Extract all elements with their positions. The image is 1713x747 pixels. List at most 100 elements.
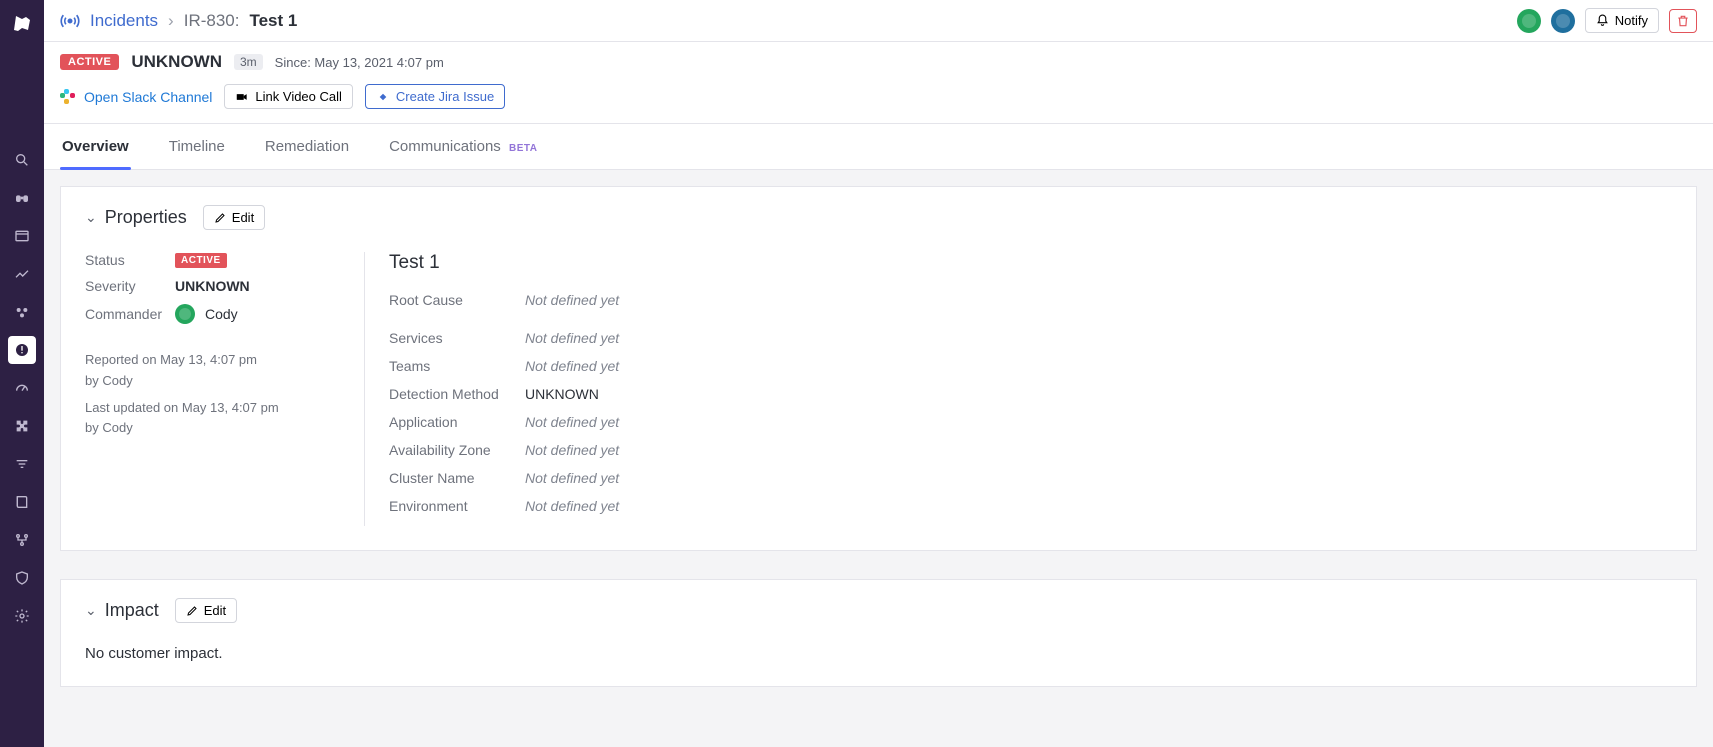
create-jira-button[interactable]: Create Jira Issue [365, 84, 505, 109]
property-field: Services Not defined yet [389, 330, 1672, 346]
search-icon[interactable] [8, 146, 36, 174]
field-value: UNKNOWN [525, 386, 599, 402]
edit-properties-button[interactable]: Edit [203, 205, 265, 230]
edit-label: Edit [232, 210, 254, 225]
property-field: Environment Not defined yet [389, 498, 1672, 514]
property-field: Root CauseNot defined yet [389, 292, 1672, 308]
flow-icon[interactable] [8, 526, 36, 554]
tab-communications[interactable]: Communications BETA [387, 124, 539, 169]
incidents-icon[interactable] [8, 336, 36, 364]
field-key: Services [389, 330, 509, 346]
binoculars-icon[interactable] [8, 184, 36, 212]
notify-button[interactable]: Notify [1585, 8, 1659, 33]
jira-icon [376, 90, 390, 104]
link-video-label: Link Video Call [255, 89, 341, 104]
tab-remediation[interactable]: Remediation [263, 124, 351, 169]
delete-button[interactable] [1669, 9, 1697, 33]
property-field: ApplicationNot defined yet [389, 414, 1672, 430]
header-actions: Notify [1517, 8, 1697, 33]
status-badge: ACTIVE [60, 54, 119, 70]
filter-icon[interactable] [8, 450, 36, 478]
status-label: Status [85, 252, 165, 268]
pencil-icon [186, 605, 198, 617]
gauge-icon[interactable] [8, 374, 36, 402]
field-key: Availability Zone [389, 442, 509, 458]
tab-overview[interactable]: Overview [60, 124, 131, 169]
property-field: Availability Zone Not defined yet [389, 442, 1672, 458]
metrics-icon[interactable] [8, 260, 36, 288]
tabs: Overview Timeline Remediation Communicat… [44, 124, 1713, 170]
properties-right: Test 1 Root CauseNot defined yet Services… [365, 252, 1672, 526]
severity-value: UNKNOWN [175, 278, 250, 294]
page-header: Incidents › IR-830: Test 1 Notify [44, 0, 1713, 42]
incident-summary-bar: ACTIVE UNKNOWN 3m Since: May 13, 2021 4:… [44, 42, 1713, 124]
chevron-right-icon: › [168, 11, 174, 31]
left-nav-rail [0, 0, 44, 747]
chevron-down-icon: ⌄ [85, 602, 97, 619]
create-jira-label: Create Jira Issue [396, 89, 494, 104]
impact-text: No customer impact. [85, 645, 1672, 662]
avatar[interactable] [1551, 9, 1575, 33]
property-field: Detection Method UNKNOWN [389, 386, 1672, 402]
avatar [175, 304, 195, 324]
updated-text: Last updated on May 13, 4:07 pm [85, 398, 340, 419]
impact-card: ⌄ Impact Edit No customer impact. [60, 579, 1697, 687]
properties-title: Properties [105, 207, 187, 228]
notify-label: Notify [1615, 13, 1648, 28]
avatar[interactable] [1517, 9, 1541, 33]
trash-icon [1676, 14, 1690, 28]
field-key: Application [389, 414, 509, 430]
severity-label: Severity [85, 278, 165, 294]
link-video-button[interactable]: Link Video Call [224, 84, 352, 109]
edit-impact-button[interactable]: Edit [175, 598, 237, 623]
incident-title-crumb: Test 1 [249, 11, 297, 31]
incident-id: IR-830: [184, 11, 240, 31]
commander-value: Cody [205, 306, 238, 322]
pencil-icon [214, 212, 226, 224]
field-key: Teams [389, 358, 509, 374]
open-slack-label: Open Slack Channel [84, 89, 212, 105]
field-key: Detection Method [389, 386, 509, 402]
chevron-down-icon: ⌄ [85, 209, 97, 226]
reported-text: Reported on May 13, 4:07 pm [85, 350, 340, 371]
breadcrumb: Incidents › IR-830: Test 1 [60, 11, 297, 31]
properties-left: Status ACTIVE Severity UNKNOWN Commander… [85, 252, 365, 526]
severity-text: UNKNOWN [131, 52, 222, 72]
settings-icon[interactable] [8, 602, 36, 630]
field-value: Not defined yet [525, 498, 619, 514]
properties-heading[interactable]: ⌄ Properties [85, 207, 187, 228]
field-key: Cluster Name [389, 470, 509, 486]
main-column: Incidents › IR-830: Test 1 Notify ACTIVE… [44, 0, 1713, 731]
property-field: Cluster Name Not defined yet [389, 470, 1672, 486]
incident-title: Test 1 [389, 252, 1672, 274]
shield-icon[interactable] [8, 564, 36, 592]
property-field: Teams Not defined yet [389, 358, 1672, 374]
duration-chip: 3m [234, 54, 263, 70]
commander-label: Commander [85, 306, 165, 322]
field-value: Not defined yet [525, 442, 619, 458]
bell-icon [1596, 14, 1609, 27]
book-icon[interactable] [8, 488, 36, 516]
puzzle-icon[interactable] [8, 412, 36, 440]
properties-card: ⌄ Properties Edit Status ACTIVE Severity [60, 186, 1697, 551]
cluster-icon[interactable] [8, 298, 36, 326]
datadog-logo[interactable] [8, 8, 36, 36]
dashboard-icon[interactable] [8, 222, 36, 250]
tab-timeline[interactable]: Timeline [167, 124, 227, 169]
beta-badge: BETA [509, 143, 537, 154]
since-text: Since: May 13, 2021 4:07 pm [275, 55, 444, 70]
updated-by-text: by Cody [85, 418, 340, 439]
field-value: Not defined yet [525, 470, 619, 486]
field-key: Environment [389, 498, 509, 514]
slack-icon [60, 89, 76, 105]
open-slack-button[interactable]: Open Slack Channel [60, 89, 212, 105]
breadcrumb-root[interactable]: Incidents [90, 11, 158, 31]
impact-title: Impact [105, 600, 159, 621]
field-value: Not defined yet [525, 358, 619, 374]
tab-communications-label: Communications [389, 138, 501, 155]
field-value: Not defined yet [525, 330, 619, 346]
body: ⌄ Properties Edit Status ACTIVE Severity [44, 170, 1713, 731]
video-icon [235, 90, 249, 104]
reported-by-text: by Cody [85, 371, 340, 392]
impact-heading[interactable]: ⌄ Impact [85, 600, 159, 621]
